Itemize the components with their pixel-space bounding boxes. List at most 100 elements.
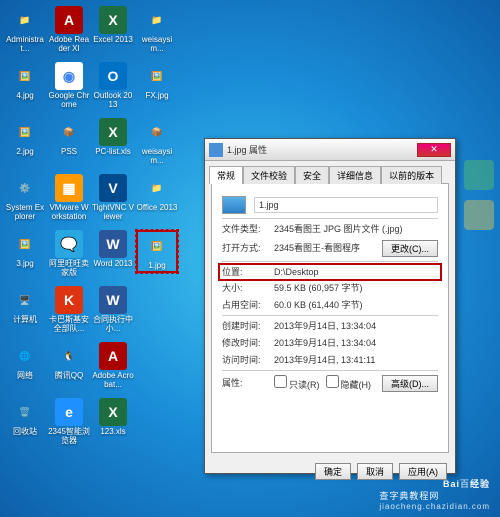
apply-button[interactable]: 应用(A) [399,463,447,480]
computer-icon: 🖥️ [11,286,39,314]
cancel-button[interactable]: 取消 [357,463,393,480]
adobe-acrobat[interactable]: AAdobe Acrobat... [92,342,134,390]
property-label: 创建时间: [222,320,274,333]
network[interactable]: 🌐网络 [4,342,46,381]
file-fxjpg[interactable]: 🖼️FX.jpg [136,62,178,101]
admin-folder-icon: 📁 [11,6,39,34]
admin-folder-label: Administrat... [4,36,46,54]
hidden-checkbox[interactable]: 隐藏(H) [326,375,372,392]
location-label: 位置: [222,266,274,279]
chrome[interactable]: ◉ Google Chrome [48,62,90,110]
pss[interactable]: 📦PSS [48,118,90,157]
tab-3[interactable]: 详细信息 [329,166,381,184]
weisay-folder[interactable]: 📁 weisaysim... [136,6,178,54]
computer-label: 计算机 [13,316,37,325]
dialog-title-icon [209,143,223,157]
2345-browser-icon: e [55,398,83,426]
dialog-title: 1.jpg 属性 [227,143,417,156]
dialog-titlebar[interactable]: 1.jpg 属性 ✕ [205,139,455,161]
excel-2013[interactable]: XExcel 2013 [92,6,134,45]
word-2013-icon: W [99,230,127,258]
tab-0[interactable]: 常规 [209,166,243,184]
adobe-acrobat-icon: A [99,342,127,370]
computer[interactable]: 🖥️ 计算机 [4,286,46,325]
filename-value[interactable]: 1.jpg [254,197,438,214]
property-value: 60.0 KB (61,440 字节) [274,299,438,312]
kaspersky[interactable]: K卡巴斯基安全部队... [48,286,90,334]
recycle-bin-label: 回收站 [13,428,37,437]
kaspersky-icon: K [55,286,83,314]
vmware-label: VMware Workstation [48,204,90,222]
pc-list-icon: X [99,118,127,146]
word-2013[interactable]: WWord 2013 [92,230,134,269]
properties-dialog: 1.jpg 属性 ✕ 常规文件校验安全详细信息以前的版本 1.jpg 文件类型:… [204,138,456,474]
location-row: 位置: D:\Desktop [218,263,442,282]
contract-doc[interactable]: W 合同执行中小... [92,286,134,334]
tightvnc-label: TightVNC Viewer [92,204,134,222]
office-folder-label: Office 2013 [137,204,178,213]
general-panel: 1.jpg 文件类型:2345看图王 JPG 图片文件 (.jpg)打开方式:2… [211,183,449,453]
recycle-bin[interactable]: 🗑️回收站 [4,398,46,437]
file-3jpg-label: 3.jpg [16,260,33,269]
tencent-qq-label: 腾讯QQ [55,372,83,381]
aliwangwang[interactable]: 🗨️阿里旺旺卖家版 [48,230,90,278]
office-folder-icon: 📁 [143,174,171,202]
property-label: 大小: [222,282,274,295]
pc-list[interactable]: X PC-list.xls [92,118,134,157]
weisay-folder-label: weisaysim... [136,36,178,54]
pss-label: PSS [61,148,77,157]
tab-1[interactable]: 文件校验 [243,166,295,184]
excel-2013-label: Excel 2013 [93,36,133,45]
property-value: 2013年9月14日, 13:34:04 [274,320,438,333]
admin-folder[interactable]: 📁 Administrat... [4,6,46,54]
tencent-qq[interactable]: 🐧腾讯QQ [48,342,90,381]
tightvnc[interactable]: VTightVNC Viewer [92,174,134,222]
system-explorer-icon: ⚙️ [11,174,39,202]
chrome-label: Google Chrome [48,92,90,110]
aliwangwang-icon: 🗨️ [55,230,83,258]
property-row: 打开方式:2345看图王-看图程序更改(C)... [222,240,438,257]
adobe-reader-label: Adobe Reader XI [48,36,90,54]
property-label: 修改时间: [222,337,274,350]
property-row: 修改时间:2013年9月14日, 13:34:04 [222,337,438,350]
watermark-caption: 查字典教程网 jiaocheng.chazidian.com [379,489,490,511]
chrome-icon: ◉ [55,62,83,90]
vmware[interactable]: ▦ VMware Workstation [48,174,90,222]
file-1jpg[interactable]: 🖼️1.jpg [136,230,178,273]
property-value: 2345看图王-看图程序 [274,242,378,255]
file-3jpg-icon: 🖼️ [11,230,39,258]
tab-4[interactable]: 以前的版本 [381,166,442,184]
file-2jpg[interactable]: 🖼️ 2.jpg [4,118,46,157]
file-123xls[interactable]: X123.xls [92,398,134,437]
tab-2[interactable]: 安全 [295,166,329,184]
contract-doc-icon: W [99,286,127,314]
advanced-button[interactable]: 高级(D)... [382,375,438,392]
pc-list-label: PC-list.xls [95,148,131,157]
change-button[interactable]: 更改(C)... [382,240,438,257]
weisay-folder-icon: 📁 [143,6,171,34]
weisay-zip-icon: 📦 [143,118,171,146]
close-button[interactable]: ✕ [417,143,451,157]
outlook[interactable]: OOutlook 2013 [92,62,134,110]
property-row: 创建时间:2013年9月14日, 13:34:04 [222,320,438,333]
network-icon: 🌐 [11,342,39,370]
contract-doc-label: 合同执行中小... [92,316,134,334]
property-label: 打开方式: [222,242,274,255]
file-2jpg-label: 2.jpg [16,148,33,157]
file-2jpg-icon: 🖼️ [11,118,39,146]
2345-browser[interactable]: e2345智能浏览器 [48,398,90,446]
readonly-checkbox[interactable]: 只读(R) [274,375,320,392]
file-3jpg[interactable]: 🖼️ 3.jpg [4,230,46,269]
file-4jpg[interactable]: 🖼️4.jpg [4,62,46,101]
vmware-icon: ▦ [55,174,83,202]
ok-button[interactable]: 确定 [315,463,351,480]
weisay-zip[interactable]: 📦weisaysim... [136,118,178,166]
property-label: 访问时间: [222,354,274,367]
adobe-reader[interactable]: AAdobe Reader XI [48,6,90,54]
attrs-label: 属性: [222,377,274,390]
property-value: 2345看图王 JPG 图片文件 (.jpg) [274,223,438,236]
office-folder[interactable]: 📁 Office 2013 [136,174,178,213]
system-explorer[interactable]: ⚙️ System Explorer [4,174,46,222]
system-explorer-label: System Explorer [4,204,46,222]
property-label: 文件类型: [222,223,274,236]
